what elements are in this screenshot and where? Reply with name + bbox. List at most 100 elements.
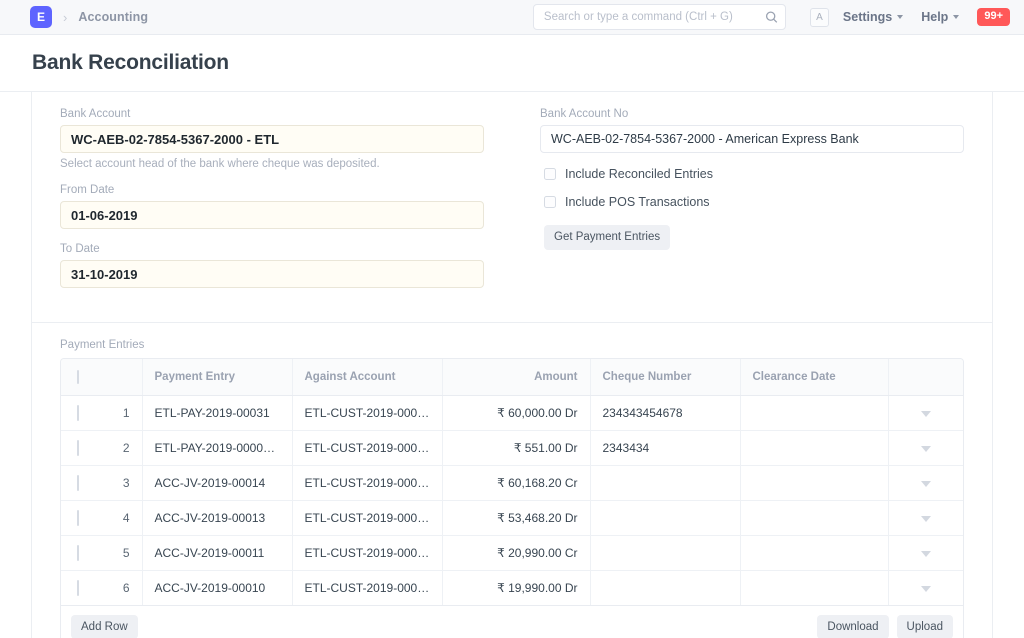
row-select-cell — [61, 395, 95, 430]
table-row[interactable]: 2ETL-PAY-2019-00008-1ETL-CUST-2019-00005… — [61, 430, 964, 465]
chevron-down-icon[interactable] — [921, 551, 931, 557]
to-date-label: To Date — [60, 243, 484, 255]
get-payment-entries-wrap: Get Payment Entries — [544, 225, 964, 250]
cell-against-account[interactable]: ETL-CUST-2019-00002, S... — [292, 535, 442, 570]
column-header-payment-entry[interactable]: Payment Entry — [142, 359, 292, 395]
chevron-down-icon — [953, 15, 959, 19]
search-icon[interactable] — [765, 11, 778, 24]
to-date-input[interactable] — [60, 260, 484, 288]
cell-amount[interactable]: ₹ 551.00 Dr — [442, 430, 590, 465]
row-checkbox[interactable] — [77, 510, 79, 526]
cell-cheque-number[interactable] — [590, 465, 740, 500]
help-menu[interactable]: Help — [921, 10, 959, 24]
cell-cheque-number[interactable]: 2343434 — [590, 430, 740, 465]
bank-account-no-input[interactable] — [540, 125, 964, 153]
column-header-cheque-number[interactable]: Cheque Number — [590, 359, 740, 395]
cell-payment-entry[interactable]: ACC-JV-2019-00010 — [142, 570, 292, 605]
row-checkbox[interactable] — [77, 580, 79, 596]
row-actions-cell — [888, 570, 964, 605]
search-input[interactable] — [533, 4, 786, 30]
table-body: 1ETL-PAY-2019-00031ETL-CUST-2019-00003₹ … — [61, 395, 964, 605]
bank-account-input[interactable] — [60, 125, 484, 153]
cell-cheque-number[interactable]: 234343454678 — [590, 395, 740, 430]
bank-account-no-field: Bank Account No — [540, 108, 964, 153]
cell-against-account[interactable]: ETL-CUST-2019-00003 — [292, 395, 442, 430]
from-date-input[interactable] — [60, 201, 484, 229]
row-index: 2 — [95, 430, 142, 465]
row-index: 4 — [95, 500, 142, 535]
cell-payment-entry[interactable]: ACC-JV-2019-00013 — [142, 500, 292, 535]
include-pos-checkbox[interactable] — [544, 196, 556, 208]
cell-cheque-number[interactable] — [590, 535, 740, 570]
cell-clearance-date[interactable] — [740, 570, 888, 605]
cell-clearance-date[interactable] — [740, 465, 888, 500]
cell-clearance-date[interactable] — [740, 500, 888, 535]
include-pos-row[interactable]: Include POS Transactions — [544, 195, 964, 209]
column-header-clearance-date[interactable]: Clearance Date — [740, 359, 888, 395]
row-actions-cell — [888, 535, 964, 570]
table-row[interactable]: 5ACC-JV-2019-00011ETL-CUST-2019-00002, S… — [61, 535, 964, 570]
cell-cheque-number[interactable] — [590, 570, 740, 605]
cell-amount[interactable]: ₹ 20,990.00 Cr — [442, 535, 590, 570]
breadcrumb-item-accounting[interactable]: Accounting — [78, 10, 148, 24]
select-all-checkbox[interactable] — [77, 370, 79, 384]
payment-entries-table: Payment Entry Against Account Amount Che… — [61, 359, 964, 606]
cell-clearance-date[interactable] — [740, 430, 888, 465]
settings-menu[interactable]: Settings — [843, 10, 903, 24]
table-row[interactable]: 6ACC-JV-2019-00010ETL-CUST-2019-00002, S… — [61, 570, 964, 605]
column-header-against-account[interactable]: Against Account — [292, 359, 442, 395]
cell-clearance-date[interactable] — [740, 535, 888, 570]
cell-clearance-date[interactable] — [740, 395, 888, 430]
download-button[interactable]: Download — [817, 615, 888, 638]
avatar[interactable]: A — [810, 8, 829, 27]
row-select-cell — [61, 570, 95, 605]
cell-payment-entry[interactable]: ACC-JV-2019-00014 — [142, 465, 292, 500]
cell-against-account[interactable]: ETL-CUST-2019-00001, S... — [292, 500, 442, 535]
payment-entries-section: Payment Entries Payment Entry Against Ac… — [32, 323, 992, 638]
from-date-field: From Date — [60, 184, 484, 229]
cell-against-account[interactable]: ETL-CUST-2019-00002, S... — [292, 570, 442, 605]
row-checkbox[interactable] — [77, 440, 79, 456]
cell-amount[interactable]: ₹ 19,990.00 Dr — [442, 570, 590, 605]
column-header-amount[interactable]: Amount — [442, 359, 590, 395]
row-select-cell — [61, 535, 95, 570]
cell-payment-entry[interactable]: ETL-PAY-2019-00008-1 — [142, 430, 292, 465]
chevron-down-icon[interactable] — [921, 481, 931, 487]
app-logo[interactable]: E — [30, 6, 52, 28]
filters-section: Bank Account Select account head of the … — [32, 92, 992, 323]
row-checkbox[interactable] — [77, 475, 79, 491]
page-title: Bank Reconciliation — [32, 51, 229, 75]
right-gutter — [992, 92, 1024, 638]
row-checkbox[interactable] — [77, 405, 79, 421]
cell-amount[interactable]: ₹ 53,468.20 Dr — [442, 500, 590, 535]
from-date-label: From Date — [60, 184, 484, 196]
table-row[interactable]: 3ACC-JV-2019-00014ETL-CUST-2019-00001, S… — [61, 465, 964, 500]
include-reconciled-row[interactable]: Include Reconciled Entries — [544, 167, 964, 181]
row-actions-cell — [888, 500, 964, 535]
row-index: 6 — [95, 570, 142, 605]
chevron-down-icon[interactable] — [921, 516, 931, 522]
filters-column-left: Bank Account Select account head of the … — [32, 108, 512, 300]
cell-cheque-number[interactable] — [590, 500, 740, 535]
table-row[interactable]: 4ACC-JV-2019-00013ETL-CUST-2019-00001, S… — [61, 500, 964, 535]
cell-amount[interactable]: ₹ 60,000.00 Dr — [442, 395, 590, 430]
cell-payment-entry[interactable]: ACC-JV-2019-00011 — [142, 535, 292, 570]
chevron-down-icon[interactable] — [921, 586, 931, 592]
table-row[interactable]: 1ETL-PAY-2019-00031ETL-CUST-2019-00003₹ … — [61, 395, 964, 430]
row-index: 1 — [95, 395, 142, 430]
column-header-actions — [888, 359, 964, 395]
chevron-down-icon[interactable] — [921, 411, 931, 417]
get-payment-entries-button[interactable]: Get Payment Entries — [544, 225, 670, 250]
main-content: Bank Account Select account head of the … — [32, 92, 992, 638]
cell-amount[interactable]: ₹ 60,168.20 Cr — [442, 465, 590, 500]
add-row-button[interactable]: Add Row — [71, 615, 138, 638]
cell-payment-entry[interactable]: ETL-PAY-2019-00031 — [142, 395, 292, 430]
row-checkbox[interactable] — [77, 545, 79, 561]
upload-button[interactable]: Upload — [897, 615, 953, 638]
include-reconciled-checkbox[interactable] — [544, 168, 556, 180]
cell-against-account[interactable]: ETL-CUST-2019-00005 — [292, 430, 442, 465]
page-body: Bank Account Select account head of the … — [0, 92, 1024, 638]
notification-badge[interactable]: 99+ — [977, 8, 1010, 26]
cell-against-account[interactable]: ETL-CUST-2019-00001, S... — [292, 465, 442, 500]
chevron-down-icon[interactable] — [921, 446, 931, 452]
